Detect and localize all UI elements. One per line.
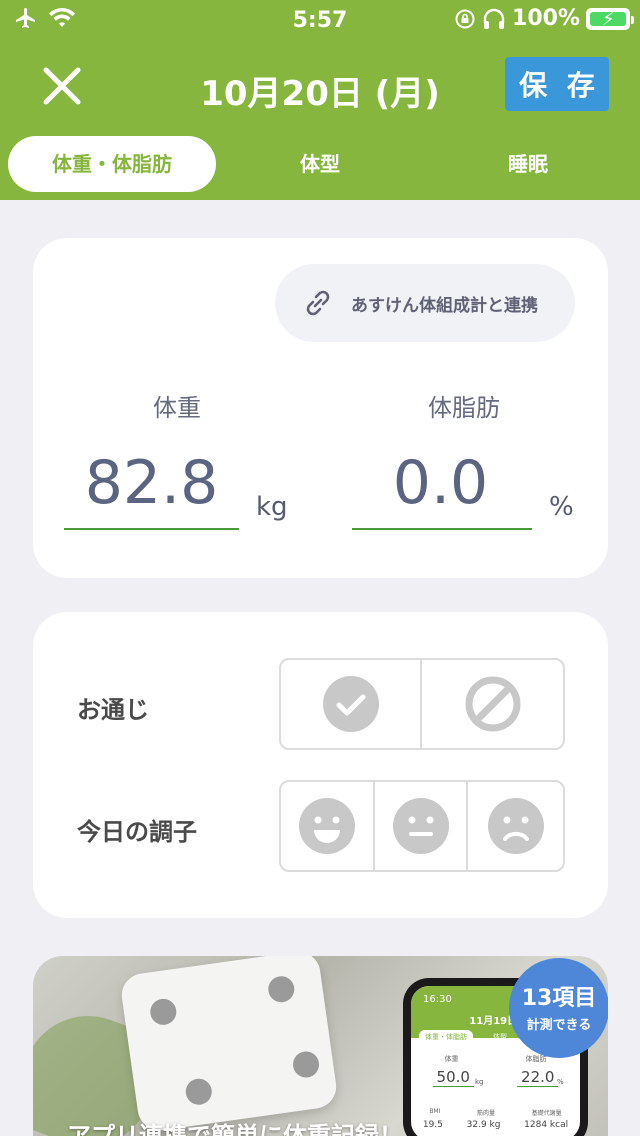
weight-underline [64,528,239,530]
bodyfat-label: 体脂肪 [428,394,500,422]
tab-body-shape[interactable]: 体型 [216,136,424,192]
status-bar: 5:57 100% ⚡ [0,0,640,40]
bowel-no-button[interactable] [422,660,563,748]
tab-bar: 体重・体脂肪 体型 睡眠 [8,136,632,192]
headphones-icon [483,8,505,29]
mood-label: 今日の調子 [77,818,197,846]
phone-tab-weight: 体重・体脂肪 [419,1030,473,1044]
save-button[interactable]: 保 存 [505,57,609,111]
weight-unit: kg [256,492,288,522]
badge-number: 13項目 [521,986,597,1011]
mood-neutral-button[interactable] [375,782,469,870]
bowel-options [279,658,565,750]
badge-text: 計測できる [526,1018,592,1033]
phone-tab-shape: 体型 [493,1033,507,1041]
phone-mini-label: BMI [429,1108,441,1115]
weight-label: 体重 [153,394,201,422]
header-area: 5:57 100% ⚡ 10月20日 (月) 保 存 体重・体脂肪 体型 睡眠 [0,0,640,200]
mood-options [279,780,565,872]
bodyfat-underline [352,528,532,530]
orientation-lock-icon [455,9,475,28]
scale-image [118,956,340,1134]
phone-fat-unit: % [557,1078,564,1086]
bowel-yes-button[interactable] [281,660,423,748]
phone-fat-value: 22.0 [517,1068,559,1087]
phone-mini-value: 32.9 kg [466,1120,501,1130]
condition-card: お通じ 今日の調子 [33,612,608,918]
phone-mini-value: 19.5 [422,1120,443,1130]
phone-values: 50.0 22.0 [411,1068,580,1087]
neutral-face-icon [392,798,449,854]
weight-input[interactable]: 82.8 [64,448,239,518]
mood-good-button[interactable] [281,782,375,870]
promo-banner[interactable]: 16:30 11月19日( 体重・体脂肪 体型 体重 体脂肪 50.0 22.0… [33,956,608,1136]
link-scale-label: あすけん体組成計と連携 [351,295,538,316]
nav-bar: 10月20日 (月) 保 存 [0,44,640,128]
phone-weight-unit: kg [475,1078,484,1086]
tab-sleep[interactable]: 睡眠 [424,136,632,192]
phone-mini-values: 19.5 32.9 kg 1284 kcal [411,1120,580,1130]
smile-face-icon [298,798,355,854]
bodyfat-unit: % [549,492,574,522]
link-scale-button[interactable]: あすけん体組成計と連携 [275,264,575,342]
phone-weight-value: 50.0 [432,1068,474,1087]
phone-weight-label: 体重 [444,1055,459,1063]
phone-mini-label: 筋肉量 [477,1110,496,1117]
items-badge: 13項目 計測できる [509,958,608,1058]
link-icon [306,290,330,316]
weight-card: あすけん体組成計と連携 体重 82.8 kg 体脂肪 0.0 % [33,238,608,578]
status-right: 100% ⚡ [454,6,634,31]
sad-face-icon [487,798,544,854]
mood-bad-button[interactable] [468,782,563,870]
check-icon [322,676,379,732]
phone-mini-label: 基礎代謝量 [531,1110,562,1117]
battery-percent: 100% [512,6,580,31]
battery-charging-icon: ⚡ [586,7,634,30]
none-icon [465,676,520,732]
phone-time: 16:30 [423,994,452,1005]
phone-mini-value: 1284 kcal [524,1120,569,1130]
bodyfat-input[interactable]: 0.0 [353,448,528,518]
banner-caption: アプリ連携で簡単に体重記録！ [67,1122,403,1136]
phone-mini-labels: BMI 筋肉量 基礎代謝量 [411,1108,580,1117]
tab-weight-bodyfat[interactable]: 体重・体脂肪 [8,136,216,192]
bowel-label: お通じ [77,696,149,724]
